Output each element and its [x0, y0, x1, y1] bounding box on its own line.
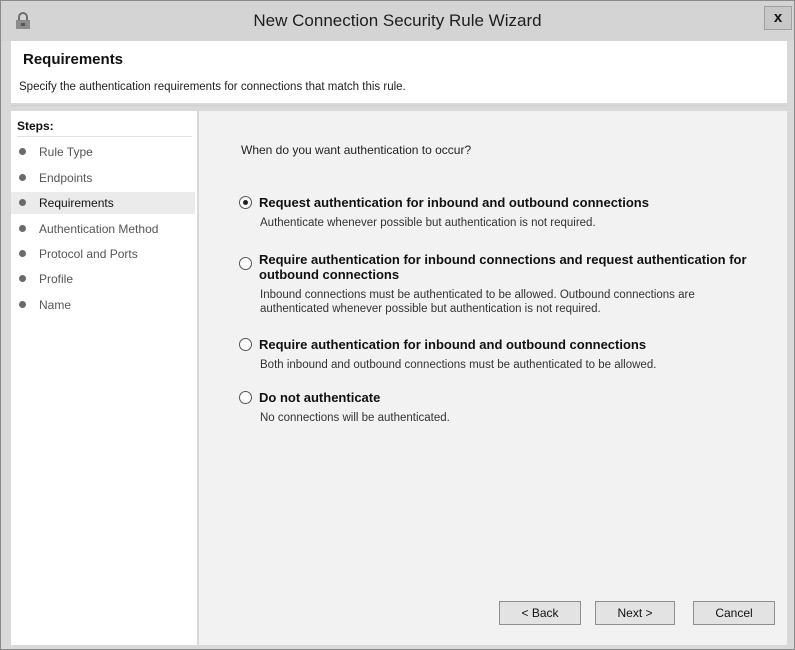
step-label: Protocol and Ports — [39, 247, 138, 261]
cancel-button[interactable]: Cancel — [693, 601, 775, 625]
option-require-inbound-outbound[interactable]: Require authentication for inbound and o… — [239, 337, 769, 377]
option-title: Do not authenticate — [259, 390, 381, 405]
step-bullet-icon — [19, 275, 26, 282]
step-bullet-icon — [19, 148, 26, 155]
step-label: Profile — [39, 272, 74, 286]
option-require-inbound-request-outbound[interactable]: Require authentication for inbound conne… — [239, 252, 769, 316]
option-description: No connections will be authenticated. — [260, 412, 450, 424]
step-rule-type[interactable]: Rule Type — [11, 141, 195, 163]
step-profile[interactable]: Profile — [11, 268, 195, 290]
radio-require-inbound-outbound[interactable] — [239, 338, 252, 351]
radio-request-inbound-outbound[interactable] — [239, 196, 252, 209]
radio-require-inbound-request-outbound[interactable] — [239, 257, 252, 270]
next-button[interactable]: Next > — [595, 601, 675, 625]
window-title: New Connection Security Rule Wizard — [253, 11, 542, 30]
step-bullet-icon — [19, 174, 26, 181]
close-button[interactable]: x — [764, 6, 792, 30]
authentication-question: When do you want authentication to occur… — [241, 143, 472, 157]
step-authentication-method[interactable]: Authentication Method — [11, 218, 195, 240]
option-do-not-authenticate[interactable]: Do not authenticate No connections will … — [239, 390, 769, 430]
step-bullet-icon — [19, 225, 26, 232]
steps-title: Steps: — [17, 119, 54, 133]
step-label: Authentication Method — [39, 222, 159, 236]
step-requirements[interactable]: Requirements — [11, 192, 195, 214]
radio-do-not-authenticate[interactable] — [239, 391, 252, 404]
step-bullet-icon — [19, 301, 26, 308]
steps-divider — [17, 136, 192, 137]
content-pane: When do you want authentication to occur… — [199, 111, 787, 645]
step-bullet-icon — [19, 250, 26, 257]
wizard-window: New Connection Security Rule Wizard x Re… — [0, 0, 795, 650]
option-title: Request authentication for inbound and o… — [259, 195, 649, 210]
step-label: Endpoints — [39, 171, 93, 185]
step-name[interactable]: Name — [11, 294, 195, 316]
option-description: Authenticate whenever possible but authe… — [260, 217, 596, 229]
option-description: Both inbound and outbound connections mu… — [260, 359, 657, 371]
back-button[interactable]: < Back — [499, 601, 581, 625]
option-title: Require authentication for inbound and o… — [259, 337, 647, 352]
page-subtitle: Specify the authentication requirements … — [19, 81, 406, 93]
step-protocol-and-ports[interactable]: Protocol and Ports — [11, 243, 195, 265]
option-description: Inbound connections must be authenticate… — [260, 289, 695, 315]
header-divider — [11, 105, 787, 106]
steps-pane: Steps: Rule Type Endpoints Requirements … — [11, 111, 197, 645]
step-label: Rule Type — [39, 145, 93, 159]
step-label: Requirements — [39, 196, 114, 210]
option-request-inbound-outbound[interactable]: Request authentication for inbound and o… — [239, 195, 769, 235]
step-endpoints[interactable]: Endpoints — [11, 167, 195, 189]
option-title: Require authentication for inbound conne… — [259, 252, 747, 282]
page-title: Requirements — [23, 51, 124, 68]
step-bullet-icon — [19, 199, 26, 206]
wizard-header: Requirements Specify the authentication … — [11, 41, 787, 103]
title-bar: New Connection Security Rule Wizard x — [1, 1, 794, 41]
step-label: Name — [39, 298, 72, 312]
